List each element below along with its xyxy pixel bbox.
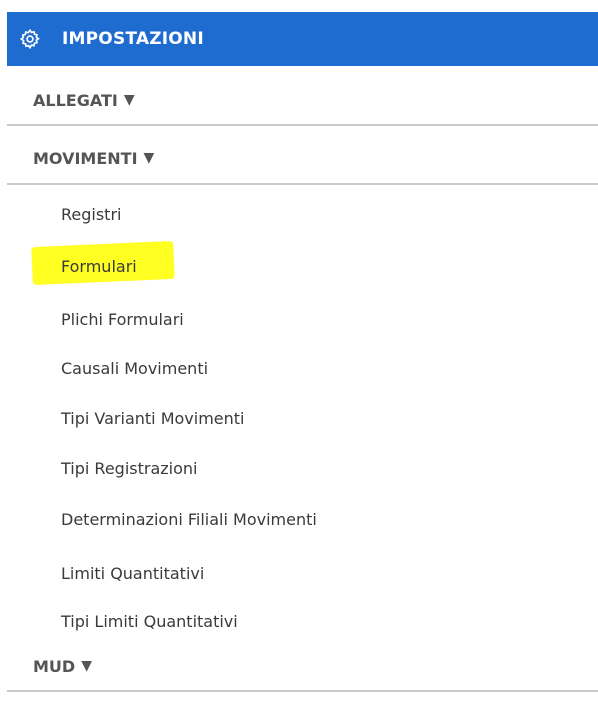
section-mud[interactable]: MUD ▼ (7, 646, 598, 686)
menu-item-registri[interactable]: Registri (61, 199, 121, 229)
header-title: IMPOSTAZIONI (62, 29, 204, 49)
divider (7, 124, 598, 126)
section-mud-label: MUD (33, 656, 76, 676)
section-allegati[interactable]: ALLEGATI ▼ (7, 80, 598, 120)
dropdown-arrow-icon: ▼ (81, 658, 92, 674)
menu-item-tipi-limiti-quantitativi[interactable]: Tipi Limiti Quantitativi (61, 606, 238, 636)
divider (7, 690, 598, 692)
gear-icon (17, 26, 43, 52)
menu-item-tipi-varianti-movimenti[interactable]: Tipi Varianti Movimenti (61, 403, 245, 433)
dropdown-arrow-icon: ▼ (123, 92, 135, 108)
dropdown-arrow-icon: ▼ (143, 150, 155, 166)
section-movimenti[interactable]: MOVIMENTI ▼ (7, 138, 598, 178)
section-movimenti-label: MOVIMENTI (33, 148, 138, 168)
menu-item-formulari[interactable]: Formulari (61, 251, 137, 281)
settings-header[interactable]: IMPOSTAZIONI (7, 12, 598, 66)
menu-item-tipi-registrazioni[interactable]: Tipi Registrazioni (61, 453, 197, 483)
menu-item-limiti-quantitativi[interactable]: Limiti Quantitativi (61, 558, 204, 588)
divider (7, 183, 598, 185)
menu-item-plichi-formulari[interactable]: Plichi Formulari (61, 304, 184, 334)
section-allegati-label: ALLEGATI (33, 90, 118, 110)
menu-item-causali-movimenti[interactable]: Causali Movimenti (61, 353, 208, 383)
menu-item-determinazioni-filiali-movimenti[interactable]: Determinazioni Filiali Movimenti (61, 504, 317, 534)
